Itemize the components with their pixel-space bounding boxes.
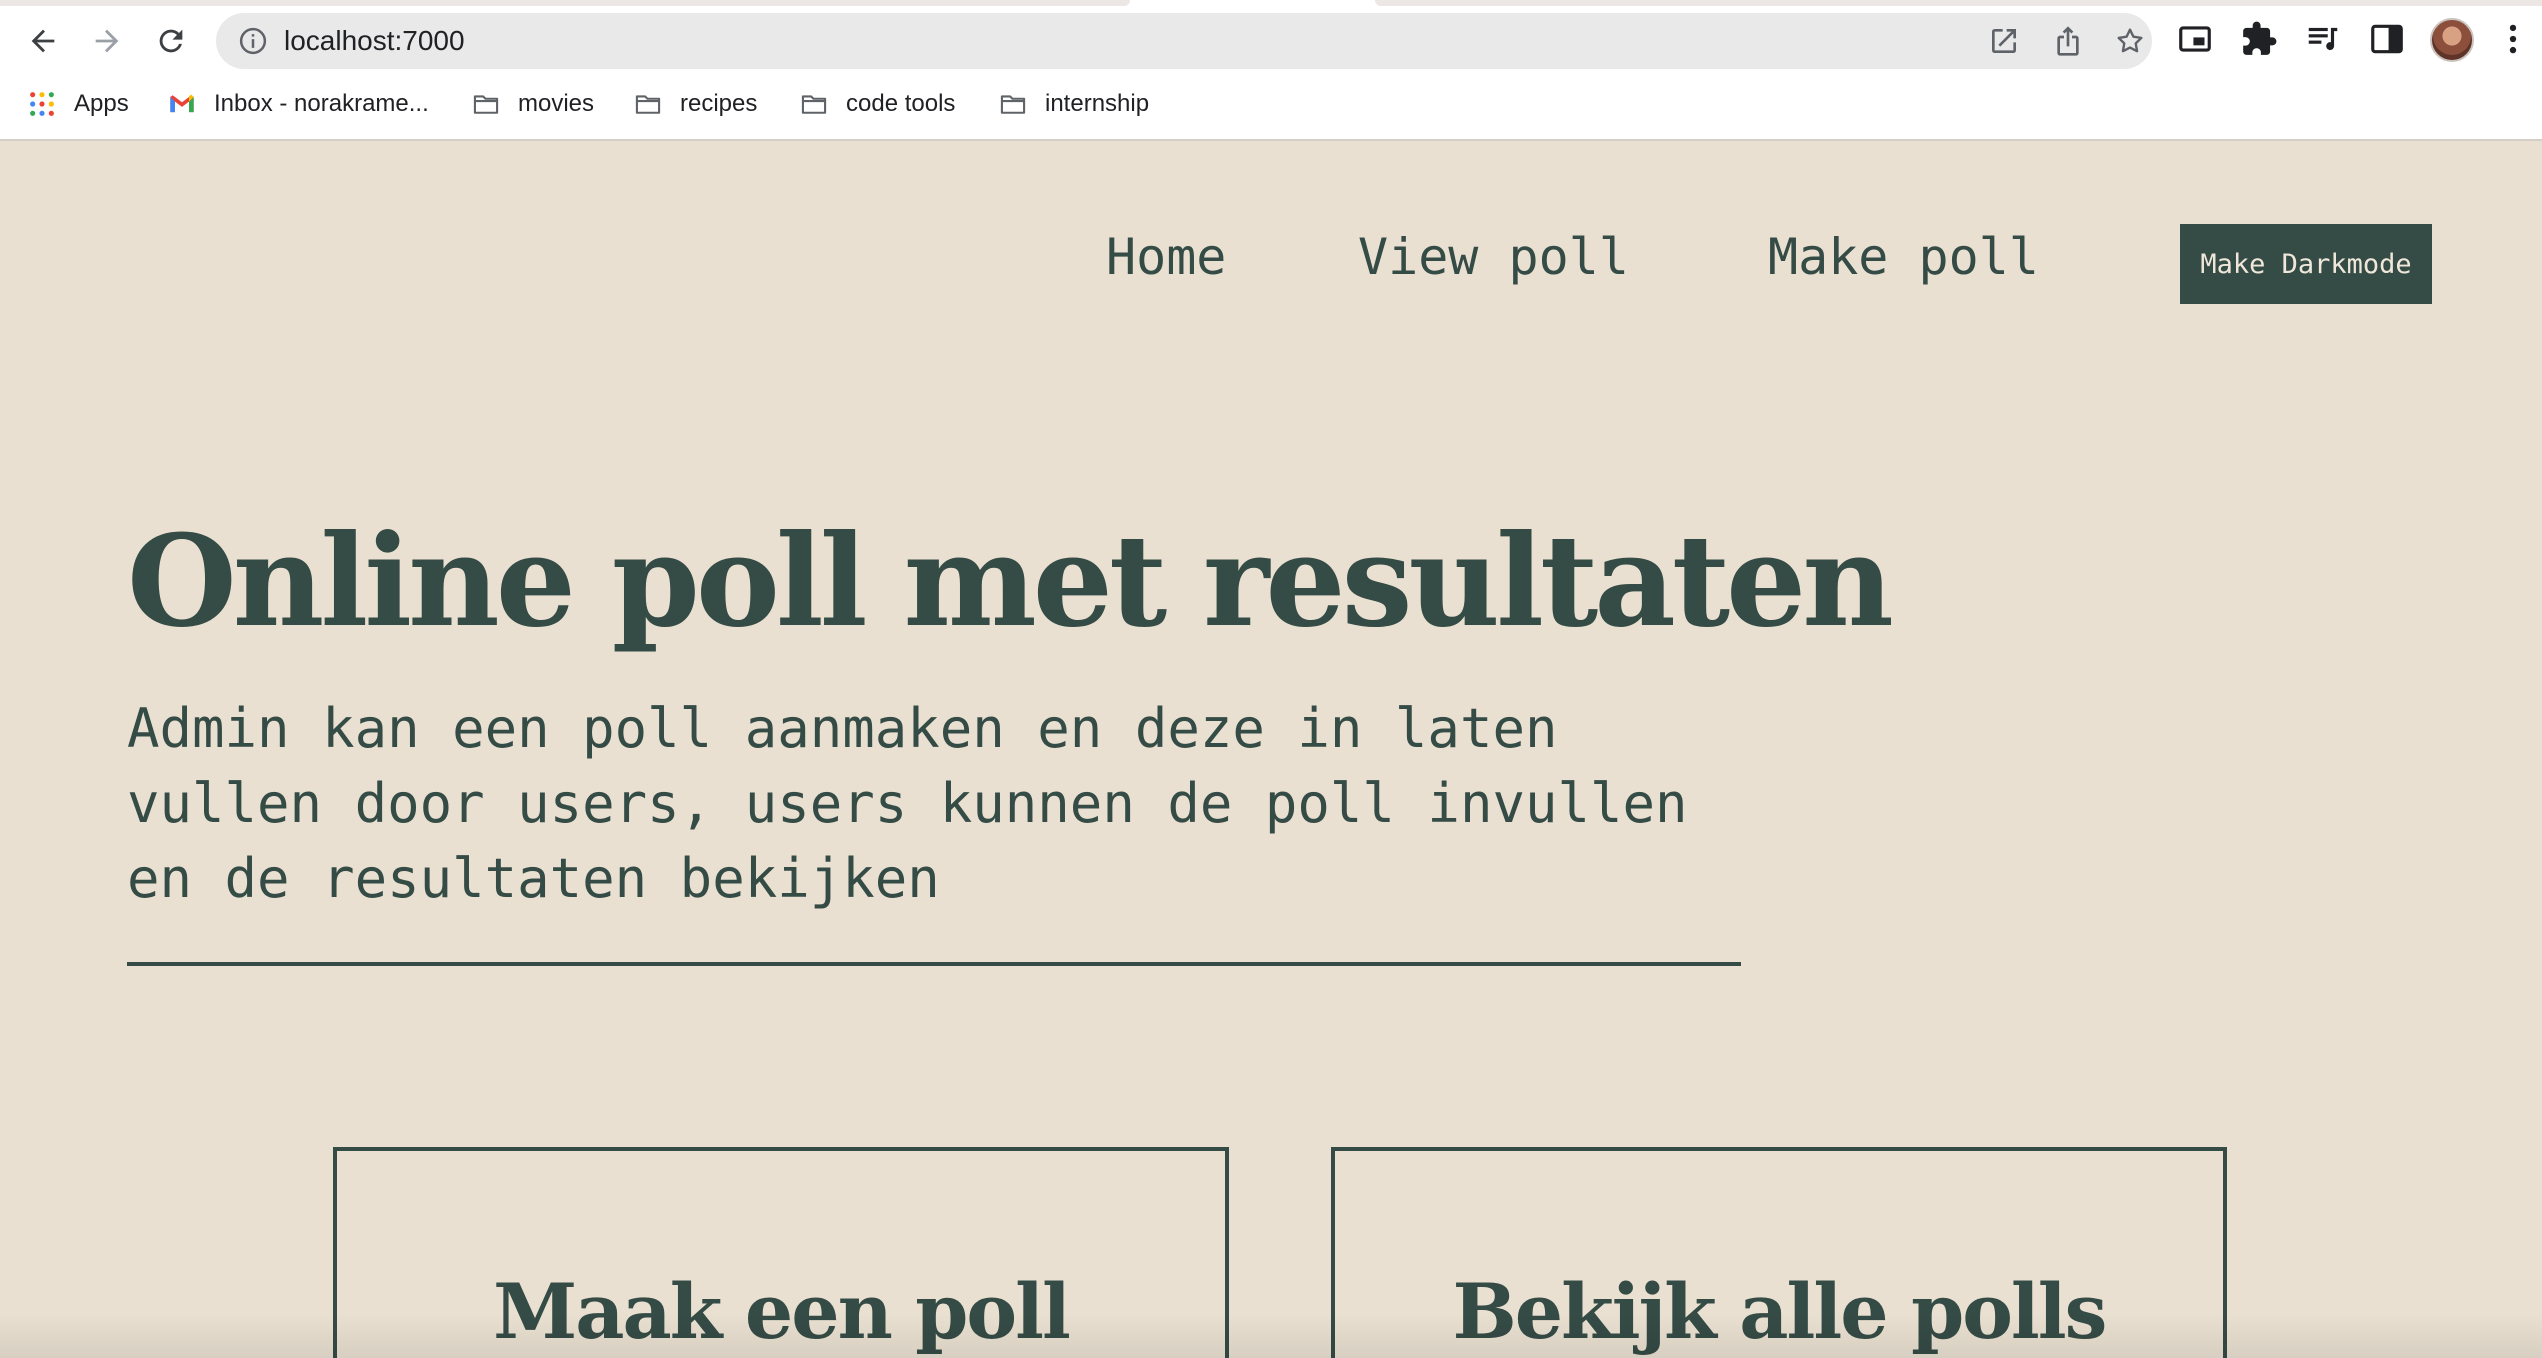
bookmark-folder-code-tools[interactable]: code tools [800,82,955,126]
apps-grid-icon [30,92,54,116]
card-make-poll[interactable]: Maak een poll [333,1147,1229,1358]
picture-in-picture-icon[interactable] [2176,20,2214,58]
profile-avatar[interactable] [2430,18,2474,62]
bookmark-folder-internship[interactable]: internship [999,82,1149,126]
extensions-puzzle-icon[interactable] [2240,20,2278,58]
bookmark-label: internship [1045,90,1150,117]
reload-icon [159,29,183,53]
tab-edge-left [0,0,1130,6]
bookmarks-bar: Apps Inbox - norakrame... movies recipes… [0,82,2542,126]
bookmark-label: Apps [74,90,129,117]
card-title: Maak een poll [493,1267,1071,1356]
address-bar[interactable]: localhost:7000 [216,13,2152,69]
browser-chrome: localhost:7000 Apps Inbox - norakrame... [0,0,2542,141]
darkmode-toggle-button[interactable]: Make Darkmode [2180,224,2432,304]
page-content: Home View poll Make poll Make Darkmode O… [0,143,2542,1358]
reload-button[interactable] [144,14,198,68]
page-description: Admin kan een poll aanmaken en deze in l… [127,697,1688,910]
address-bar-url[interactable]: localhost:7000 [284,13,465,69]
bookmark-label: recipes [680,90,758,117]
divider [127,962,1741,966]
nav-link-make-poll[interactable]: Make poll [1768,225,2039,289]
folder-icon [635,95,661,114]
forward-arrow-icon [95,29,119,53]
open-in-new-window-icon[interactable] [1988,25,2020,57]
side-panel-icon[interactable] [2368,20,2406,58]
tab-edge-right [1375,0,2542,6]
card-title: Bekijk alle polls [1452,1267,2108,1356]
back-arrow-icon [31,29,55,53]
card-view-all-polls[interactable]: Bekijk alle polls [1331,1147,2227,1358]
bookmark-inbox[interactable]: Inbox - norakrame... [168,82,429,126]
folder-icon [473,95,499,114]
media-queue-icon[interactable] [2304,20,2342,58]
bookmark-folder-recipes[interactable]: recipes [634,82,757,126]
folder-icon [801,95,827,114]
bookmark-star-icon[interactable] [2114,25,2146,57]
nav-link-view-poll[interactable]: View poll [1358,225,1629,289]
site-info-icon[interactable] [238,26,268,56]
forward-button[interactable] [80,14,134,68]
bookmark-apps[interactable]: Apps [28,82,129,126]
page-title: Online poll met resultaten [127,507,1894,655]
bookmark-label: Inbox - norakrame... [214,90,429,117]
share-icon[interactable] [2052,25,2084,57]
bookmark-folder-movies[interactable]: movies [472,82,594,126]
more-menu-icon[interactable] [2494,20,2532,58]
bookmark-label: movies [518,90,595,117]
bookmark-label: code tools [846,90,956,117]
tab-strip-edge [0,0,2542,8]
folder-icon [1000,95,1026,114]
gmail-icon [170,94,194,113]
back-button[interactable] [16,14,70,68]
nav-link-home[interactable]: Home [1106,225,1226,289]
